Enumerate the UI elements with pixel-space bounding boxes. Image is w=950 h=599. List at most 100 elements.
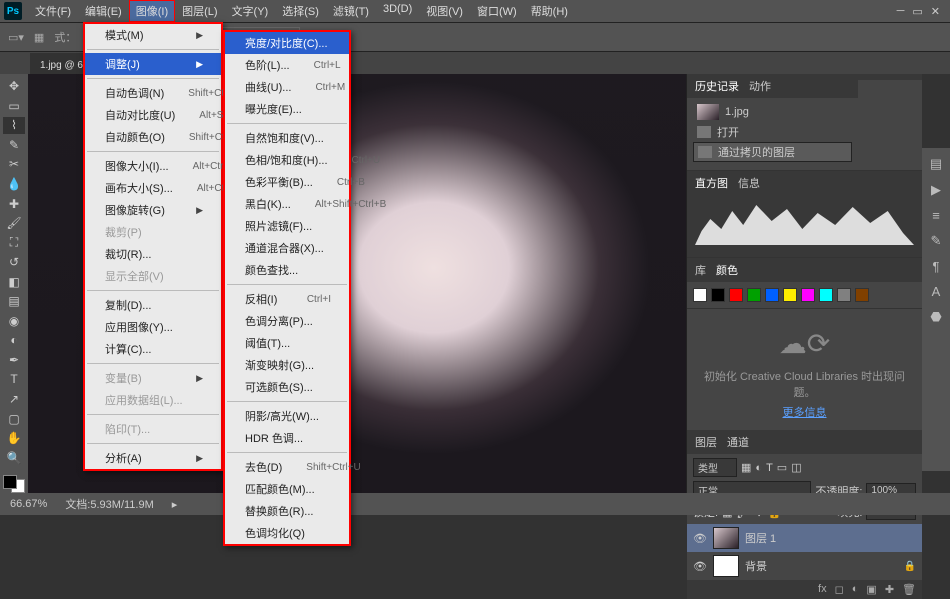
color-swatches[interactable] <box>3 475 25 493</box>
history-brush-tool-icon[interactable]: ↺ <box>3 254 25 271</box>
fx-icon[interactable]: fx <box>818 583 827 596</box>
character-panel-icon[interactable]: A <box>932 284 941 299</box>
menu-item[interactable]: 模式(M)▶ <box>85 24 221 46</box>
group-icon[interactable]: ▣ <box>866 583 876 596</box>
pen-tool-icon[interactable]: ✒ <box>3 352 25 369</box>
menu-2[interactable]: 图像(I) <box>129 0 175 22</box>
menu-item[interactable]: 去色(D)Shift+Ctrl+U <box>225 456 349 478</box>
history-panel-icon[interactable]: ▤ <box>930 156 942 172</box>
visibility-icon[interactable]: 👁 <box>693 532 707 545</box>
swatch[interactable] <box>747 288 761 302</box>
history-step-open[interactable]: 打开 <box>693 122 852 142</box>
menu-item[interactable]: 色调分离(P)... <box>225 310 349 332</box>
stamp-tool-icon[interactable]: ⛶ <box>3 234 25 251</box>
filter-type-icon[interactable]: T <box>766 462 773 474</box>
blur-tool-icon[interactable]: ◉ <box>3 313 25 330</box>
menu-item[interactable]: 曲线(U)...Ctrl+M <box>225 76 349 98</box>
quick-select-tool-icon[interactable]: ✎ <box>3 137 25 154</box>
menu-item[interactable]: 复制(D)... <box>85 294 221 316</box>
menu-item[interactable]: 黑白(K)...Alt+Shift+Ctrl+B <box>225 193 349 215</box>
swatch[interactable] <box>693 288 707 302</box>
cc-libraries-more-link[interactable]: 更多信息 <box>697 404 912 420</box>
menu-3[interactable]: 图层(L) <box>175 0 224 22</box>
actions-tab[interactable]: 动作 <box>749 78 771 94</box>
zoom-tool-icon[interactable]: 🔍 <box>3 449 25 466</box>
menu-item[interactable]: 自动对比度(U)Alt+Shift+Ctrl+L <box>85 104 221 126</box>
menu-6[interactable]: 滤镜(T) <box>326 0 376 22</box>
menu-item[interactable]: 亮度/对比度(C)... <box>225 32 349 54</box>
menu-item[interactable]: 颜色查找... <box>225 259 349 281</box>
library-tab[interactable]: 库 <box>695 262 706 278</box>
channels-tab[interactable]: 通道 <box>727 434 749 450</box>
menu-item[interactable]: 反相(I)Ctrl+I <box>225 288 349 310</box>
menu-9[interactable]: 窗口(W) <box>470 0 524 22</box>
menu-item[interactable]: 可选颜色(S)... <box>225 376 349 398</box>
history-step-copy-layer[interactable]: 通过拷贝的图层 <box>693 142 852 162</box>
hand-tool-icon[interactable]: ✋ <box>3 430 25 447</box>
mask-icon[interactable]: ◻ <box>835 583 844 596</box>
visibility-icon[interactable]: 👁 <box>693 560 707 573</box>
menu-item[interactable]: 应用图像(Y)... <box>85 316 221 338</box>
new-layer-icon[interactable]: ✚ <box>885 583 894 596</box>
marquee-tool-icon[interactable]: ▭ <box>3 98 25 115</box>
maximize-button[interactable]: ▭ <box>912 5 922 18</box>
menu-item[interactable]: 色相/饱和度(H)...Ctrl+U <box>225 149 349 171</box>
gradient-tool-icon[interactable]: ▤ <box>3 293 25 310</box>
menu-item[interactable]: 色阶(L)...Ctrl+L <box>225 54 349 76</box>
type-tool-icon[interactable]: T <box>3 371 25 388</box>
histogram-tab[interactable]: 直方图 <box>695 175 728 191</box>
menu-item[interactable]: 自然饱和度(V)... <box>225 127 349 149</box>
move-tool-icon[interactable]: ✥ <box>3 78 25 95</box>
menu-item[interactable]: 分析(A)▶ <box>85 447 221 469</box>
menu-item[interactable]: 色调均化(Q) <box>225 522 349 544</box>
swatch[interactable] <box>765 288 779 302</box>
swatch[interactable] <box>837 288 851 302</box>
delete-layer-icon[interactable]: 🗑 <box>902 583 916 596</box>
layers-tab[interactable]: 图层 <box>695 434 717 450</box>
paragraph-panel-icon[interactable]: ¶ <box>933 259 940 274</box>
history-source[interactable]: 1.jpg <box>693 102 852 122</box>
swatch[interactable] <box>711 288 725 302</box>
brush-tool-icon[interactable]: 🖌 <box>3 215 25 232</box>
dodge-tool-icon[interactable]: ◐ <box>3 332 25 349</box>
lasso-tool-icon[interactable]: ⌇ <box>3 117 25 134</box>
actions-panel-icon[interactable]: ▶ <box>931 182 941 198</box>
properties-panel-icon[interactable]: ≡ <box>932 208 940 223</box>
menu-7[interactable]: 3D(D) <box>376 0 419 22</box>
filter-adjust-icon[interactable]: ◐ <box>755 462 762 474</box>
doc-size[interactable]: 文档:5.93M/11.9M <box>65 496 153 512</box>
menu-item[interactable]: 自动颜色(O)Shift+Ctrl+B <box>85 126 221 148</box>
swatch[interactable] <box>801 288 815 302</box>
menu-item[interactable]: 图像大小(I)...Alt+Ctrl+I <box>85 155 221 177</box>
menu-item[interactable]: 色彩平衡(B)...Ctrl+B <box>225 171 349 193</box>
menu-5[interactable]: 选择(S) <box>275 0 326 22</box>
menu-8[interactable]: 视图(V) <box>419 0 470 22</box>
menu-item[interactable]: 渐变映射(G)... <box>225 354 349 376</box>
swatch[interactable] <box>783 288 797 302</box>
eraser-tool-icon[interactable]: ◧ <box>3 273 25 290</box>
swatch[interactable] <box>855 288 869 302</box>
selection-add-icon[interactable]: ▦ <box>34 31 44 44</box>
menu-10[interactable]: 帮助(H) <box>524 0 575 22</box>
shape-tool-icon[interactable]: ▢ <box>3 410 25 427</box>
menu-0[interactable]: 文件(F) <box>28 0 78 22</box>
swatches-tab[interactable]: 颜色 <box>716 262 738 278</box>
menu-item[interactable]: 阈值(T)... <box>225 332 349 354</box>
menu-item[interactable]: 曝光度(E)... <box>225 98 349 120</box>
menu-item[interactable]: 画布大小(S)...Alt+Ctrl+C <box>85 177 221 199</box>
eyedropper-tool-icon[interactable]: 💧 <box>3 176 25 193</box>
close-button[interactable]: ✕ <box>931 5 940 18</box>
zoom-level[interactable]: 66.67% <box>10 498 47 510</box>
menu-item[interactable]: 计算(C)... <box>85 338 221 360</box>
info-tab[interactable]: 信息 <box>738 175 760 191</box>
menu-item[interactable]: 匹配颜色(M)... <box>225 478 349 500</box>
layer-item-background[interactable]: 👁 背景 🔒 <box>687 552 922 580</box>
history-tab[interactable]: 历史记录 <box>695 78 739 94</box>
adjustment-icon[interactable]: ◐ <box>852 583 859 596</box>
3d-panel-icon[interactable]: ⬣ <box>930 309 941 325</box>
crop-tool-icon[interactable]: ✂ <box>3 156 25 173</box>
filter-shape-icon[interactable]: ▭ <box>777 461 787 474</box>
tool-preset-icon[interactable]: ▭▾ <box>8 31 24 44</box>
minimize-button[interactable]: ─ <box>897 5 905 18</box>
menu-item[interactable]: 阴影/高光(W)... <box>225 405 349 427</box>
